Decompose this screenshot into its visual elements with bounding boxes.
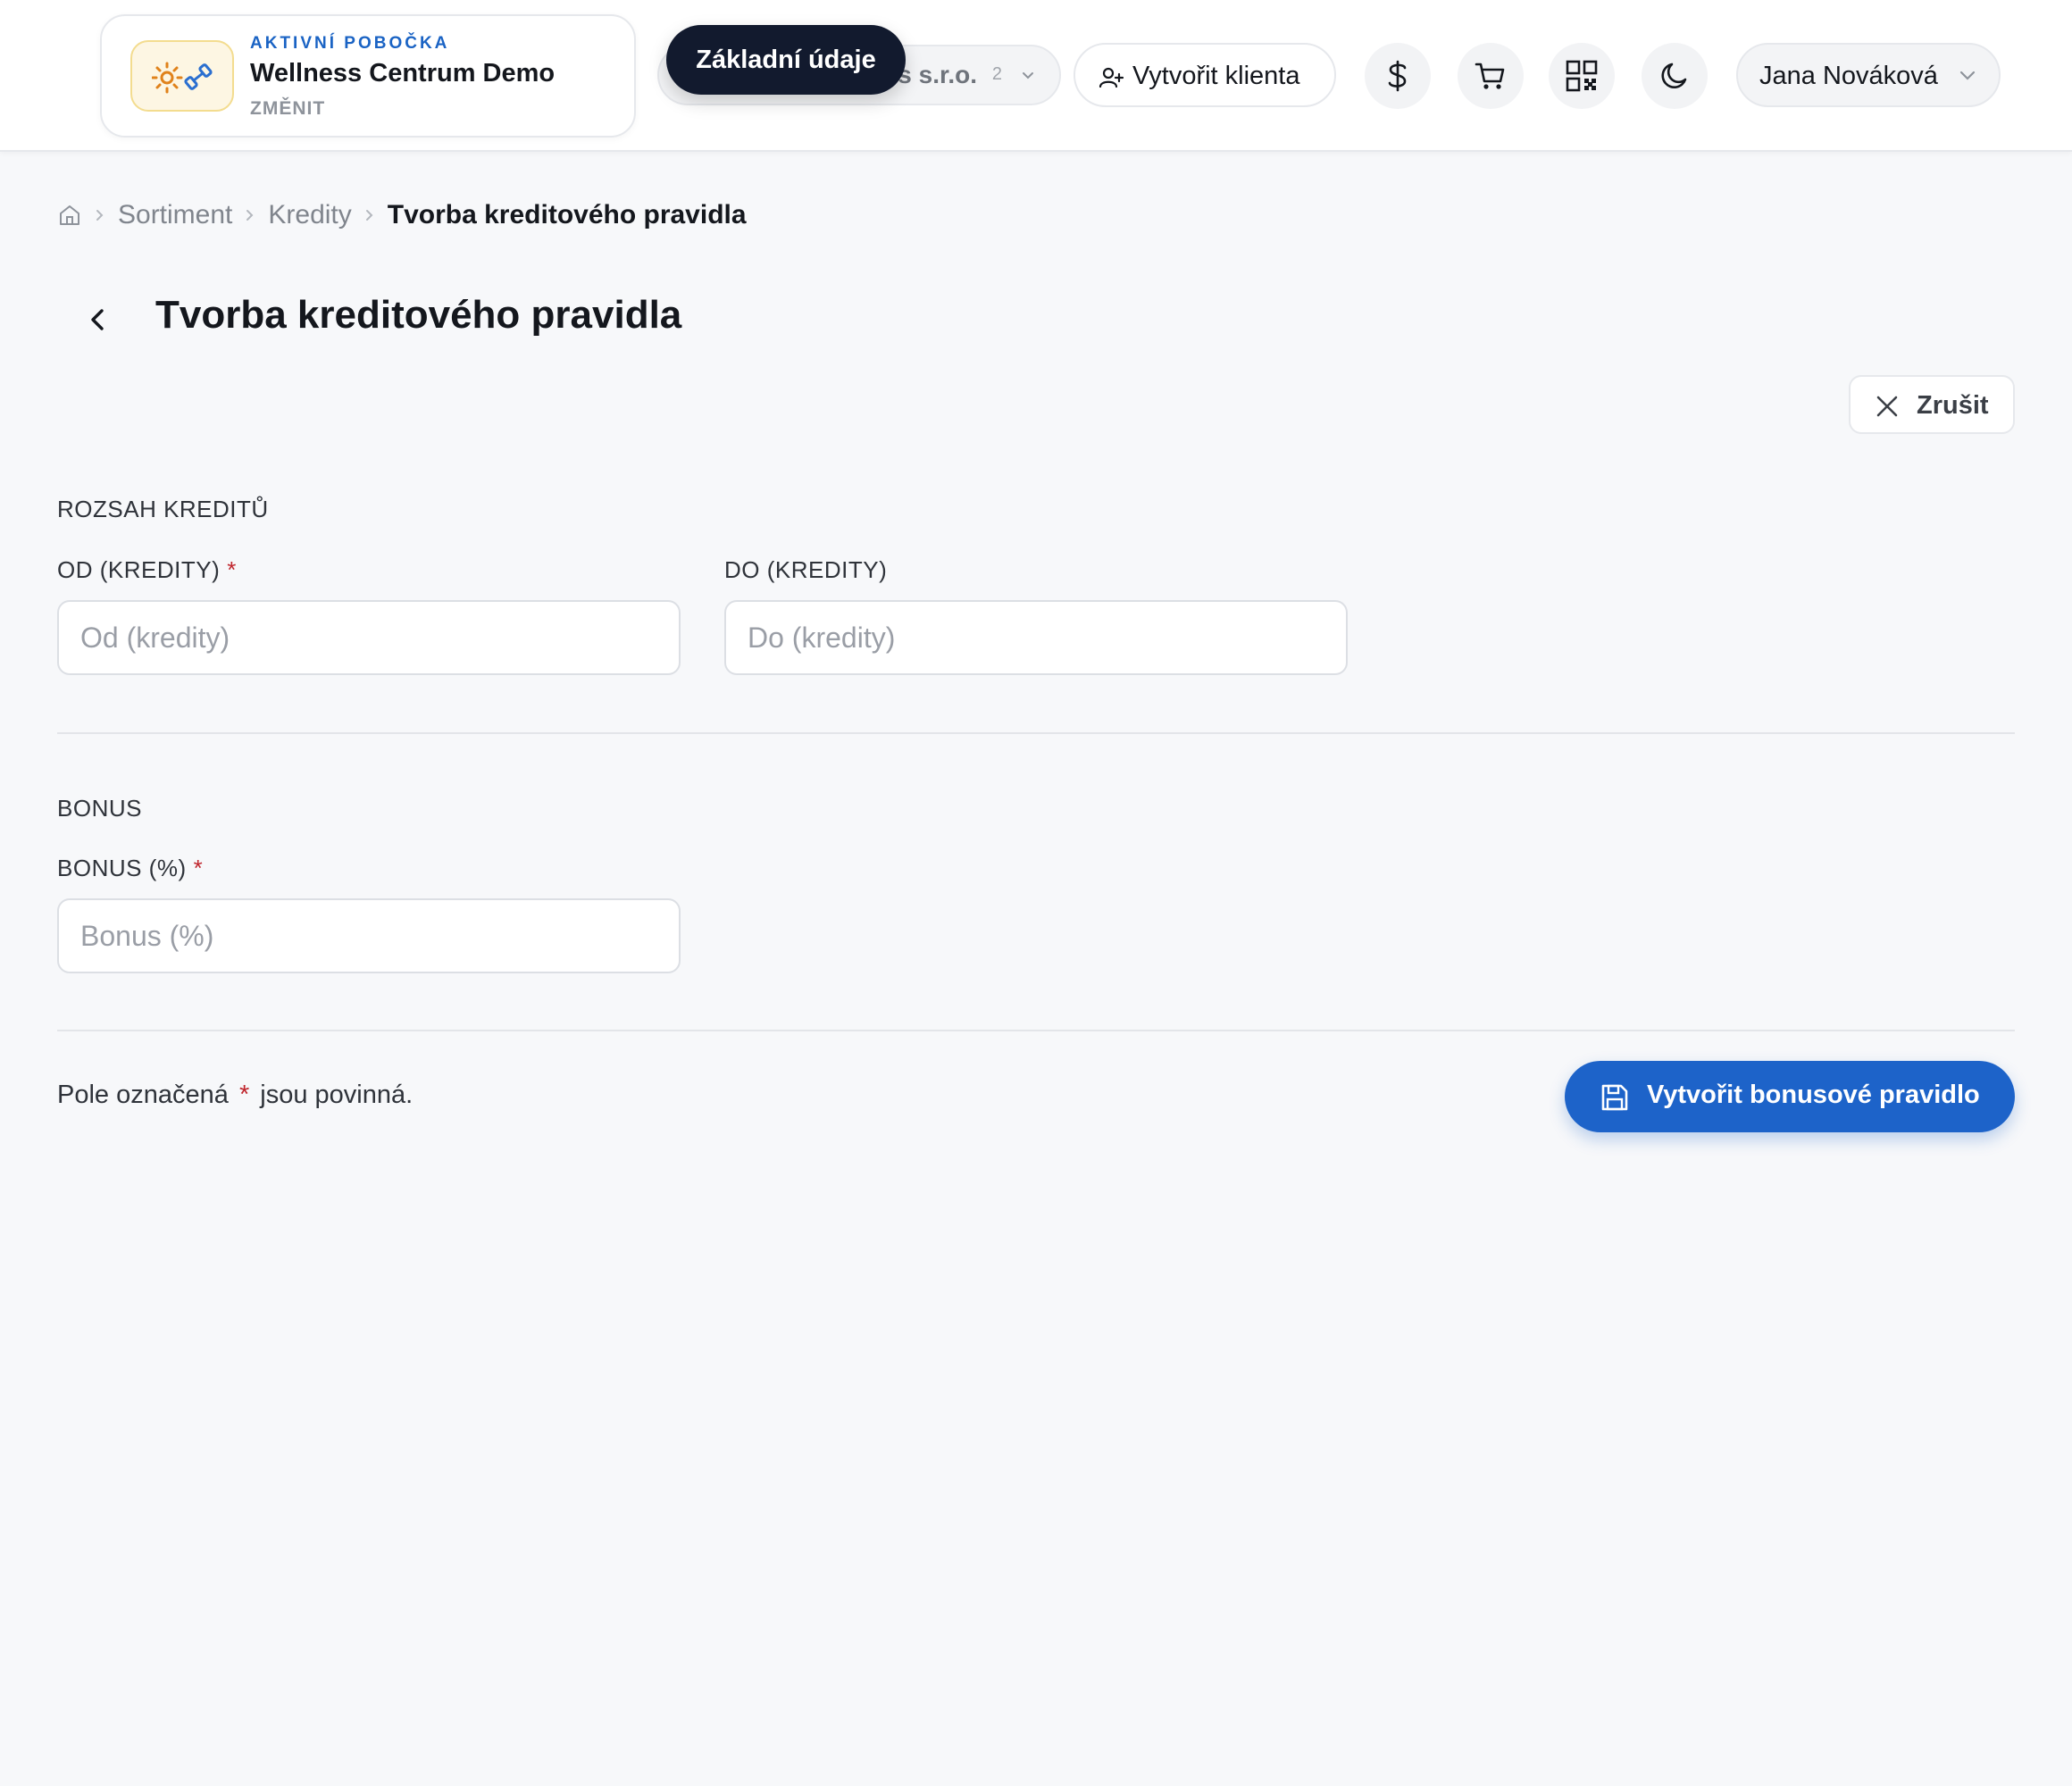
company-count-badge: 2 [991,64,1002,84]
create-bonus-rule-button[interactable]: Vytvořit bonusové pravidlo [1565,1061,2015,1132]
qr-code-icon [1566,60,1598,92]
active-branch-card[interactable]: AKTIVNÍ POBOČKA Wellness Centrum Demo ZM… [100,14,636,138]
to-credits-input[interactable] [724,600,1348,675]
chevron-down-icon [1023,72,1033,79]
section-divider [57,732,2015,734]
wellness-logo-icon [152,62,213,94]
cart-button[interactable] [1458,43,1524,109]
company-select-label: s s.r.o. [898,61,977,88]
from-credits-input[interactable] [57,600,681,675]
bonus-section-title: BONUS [57,795,142,822]
save-icon [1601,1084,1628,1111]
section-divider [57,1030,2015,1031]
top-bar: AKTIVNÍ POBOČKA Wellness Centrum Demo ZM… [0,0,2072,152]
add-user-icon [1099,67,1124,88]
footnote-before: Pole označená [57,1081,229,1109]
bonus-input[interactable] [57,898,681,973]
branch-name: Wellness Centrum Demo [250,59,556,88]
change-branch-link[interactable]: ZMĚNIT [250,98,325,120]
home-icon[interactable] [57,203,82,228]
create-client-label: Vytvořit klienta [1132,62,1300,90]
branch-logo [130,40,234,112]
bonus-label: BONUS (%) * [57,855,203,882]
breadcrumb-item-sortiment[interactable]: Sortiment [118,200,232,230]
create-client-button[interactable]: Vytvořit klienta [1074,43,1336,107]
required-marker: * [193,855,204,881]
cart-icon [1475,63,1505,89]
breadcrumb-item-current: Tvorba kreditového pravidla [387,200,747,230]
branch-kicker: AKTIVNÍ POBOČKA [250,34,450,53]
close-icon [1876,396,1898,417]
required-fields-note: Pole označená * jsou povinná. [57,1081,413,1110]
chevron-right-icon [365,210,373,221]
chevron-right-icon [246,210,254,221]
breadcrumb-item-kredity[interactable]: Kredity [268,200,351,230]
dollar-icon [1388,60,1407,92]
chevron-down-icon [1959,71,1976,80]
chevron-right-icon [96,210,104,221]
submit-label: Vytvořit bonusové pravidlo [1647,1081,1980,1109]
from-credits-label: OD (KREDITY) * [57,556,237,584]
bonus-label-text: BONUS (%) [57,855,187,881]
tooltip: Základní údaje [666,25,906,95]
moon-icon [1661,63,1687,88]
cancel-button[interactable]: Zrušit [1849,375,2015,434]
required-marker: * [227,556,237,583]
user-menu[interactable]: Jana Nováková [1736,43,2001,107]
range-section-title: ROZSAH KREDITŮ [57,496,269,522]
to-credits-label: DO (KREDITY) [724,556,888,583]
footnote-after: jsou povinná. [260,1081,414,1109]
qr-code-button[interactable] [1549,43,1615,109]
theme-toggle-button[interactable] [1642,43,1708,109]
from-credits-label-text: OD (KREDITY) [57,556,221,583]
pricing-button[interactable] [1365,43,1431,109]
page-title: Tvorba kreditového pravidla [155,293,682,337]
required-marker: * [238,1081,250,1109]
cancel-label: Zrušit [1917,391,1989,420]
user-name: Jana Nováková [1759,62,1938,90]
back-arrow-icon[interactable] [84,304,113,336]
breadcrumb: Sortiment Kredity Tvorba kreditového pra… [57,195,747,236]
